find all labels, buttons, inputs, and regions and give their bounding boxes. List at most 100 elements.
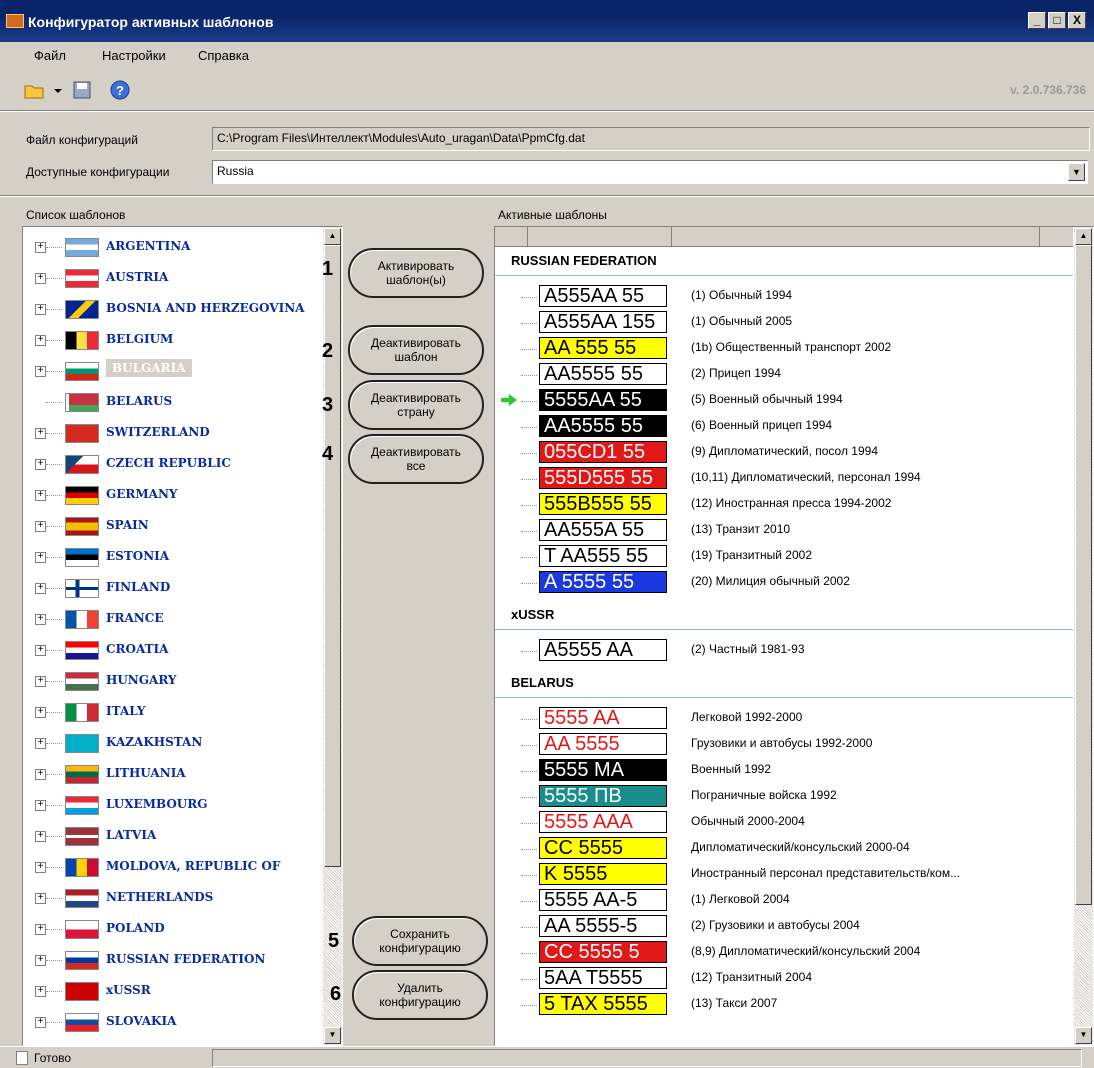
template-description[interactable]: (9) Дипломатический, посол 1994	[691, 444, 878, 458]
expand-icon[interactable]: +	[35, 552, 46, 563]
expand-icon[interactable]: +	[35, 490, 46, 501]
tree-item[interactable]: + RUSSIAN FEDERATION	[23, 946, 323, 977]
expand-icon[interactable]: +	[35, 366, 46, 377]
delete-config-button[interactable]: Удалить конфигурацию	[352, 970, 488, 1020]
template-description[interactable]: (2) Прицеп 1994	[691, 366, 781, 380]
help-icon[interactable]: ?	[108, 78, 132, 102]
plate-image[interactable]: K 5555	[539, 863, 667, 885]
template-description[interactable]: (2) Частный 1981-93	[691, 642, 805, 656]
tree-item[interactable]: + FINLAND	[23, 574, 323, 605]
deactivate-template-button[interactable]: Деактивировать шаблон	[348, 325, 484, 375]
active-scrollbar[interactable]: ▲ ▼	[1074, 227, 1093, 1045]
menu-file[interactable]: Файл	[34, 48, 66, 63]
scroll-up-icon[interactable]: ▲	[1075, 228, 1092, 245]
expand-icon[interactable]: +	[35, 521, 46, 532]
close-button[interactable]: X	[1068, 12, 1086, 29]
plate-image[interactable]: T AA555 55	[539, 545, 667, 567]
plate-image[interactable]: 5555 AA	[539, 707, 667, 729]
tree-item[interactable]: + ESTONIA	[23, 543, 323, 574]
plate-image[interactable]: 055CD1 55	[539, 441, 667, 463]
expand-icon[interactable]: +	[35, 800, 46, 811]
tree-item[interactable]: BELARUS	[23, 388, 323, 419]
template-description[interactable]: (1) Обычный 2005	[691, 314, 792, 328]
expand-icon[interactable]: +	[35, 893, 46, 904]
maximize-button[interactable]: □	[1048, 12, 1066, 29]
tree-item[interactable]: + CZECH REPUBLIC	[23, 450, 323, 481]
scroll-down-icon[interactable]: ▼	[324, 1027, 341, 1044]
tree-item[interactable]: + HUNGARY	[23, 667, 323, 698]
expand-icon[interactable]: +	[35, 924, 46, 935]
minimize-button[interactable]: _	[1028, 12, 1046, 29]
plate-image[interactable]: A555AA 55	[539, 285, 667, 307]
available-configs-select[interactable]: Russia ▼	[212, 160, 1088, 184]
tree-item[interactable]: + SWITZERLAND	[23, 419, 323, 450]
plate-image[interactable]: 555B555 55	[539, 493, 667, 515]
plate-image[interactable]: A5555 AA	[539, 639, 667, 661]
tree-item[interactable]: + AUSTRIA	[23, 264, 323, 295]
expand-icon[interactable]: +	[35, 1017, 46, 1028]
tree-item[interactable]: + ITALY	[23, 698, 323, 729]
tree-item[interactable]: + BULGARIA	[23, 357, 323, 388]
tree-item[interactable]: + NETHERLANDS	[23, 884, 323, 915]
scroll-thumb[interactable]	[1075, 245, 1092, 905]
expand-icon[interactable]: +	[35, 955, 46, 966]
expand-icon[interactable]: +	[35, 335, 46, 346]
expand-icon[interactable]: +	[35, 459, 46, 470]
template-description[interactable]: (13) Такси 2007	[691, 996, 777, 1010]
plate-image[interactable]: A555AA 155	[539, 311, 667, 333]
tree-item[interactable]: + CROATIA	[23, 636, 323, 667]
tree-item[interactable]: + KAZAKHSTAN	[23, 729, 323, 760]
tree-item[interactable]: + LATVIA	[23, 822, 323, 853]
template-description[interactable]: (6) Военный прицеп 1994	[691, 418, 832, 432]
plate-image[interactable]: AA 555 55	[539, 337, 667, 359]
expand-icon[interactable]: +	[35, 707, 46, 718]
template-description[interactable]: Военный 1992	[691, 762, 771, 776]
scroll-down-icon[interactable]: ▼	[1075, 1027, 1092, 1044]
plate-image[interactable]: 555D555 55	[539, 467, 667, 489]
tree-item[interactable]: + LUXEMBOURG	[23, 791, 323, 822]
deactivate-country-button[interactable]: Деактивировать страну	[348, 380, 484, 430]
template-description[interactable]: (12) Транзитный 2004	[691, 970, 812, 984]
config-file-field[interactable]: C:\Program Files\Интеллект\Modules\Auto_…	[212, 127, 1090, 151]
plate-image[interactable]: CC 5555 5	[539, 941, 667, 963]
activate-templates-button[interactable]: Активировать шаблон(ы)	[348, 248, 484, 298]
templates-tree[interactable]: + ARGENTINA + AUSTRIA + BOSNIA AND HERZEGOVIN…	[22, 226, 343, 1046]
expand-icon[interactable]: +	[35, 738, 46, 749]
plate-image[interactable]: 5555 MA	[539, 759, 667, 781]
template-description[interactable]: (19) Транзитный 2002	[691, 548, 812, 562]
plate-image[interactable]: 5555 AAA	[539, 811, 667, 833]
plate-image[interactable]: A 5555 55	[539, 571, 667, 593]
expand-icon[interactable]: +	[35, 986, 46, 997]
tree-item[interactable]: + FRANCE	[23, 605, 323, 636]
chevron-down-icon[interactable]: ▼	[1068, 163, 1085, 181]
save-icon[interactable]	[70, 78, 94, 102]
expand-icon[interactable]: +	[35, 645, 46, 656]
expand-icon[interactable]: +	[35, 862, 46, 873]
template-description[interactable]: (10,11) Дипломатический, персонал 1994	[691, 470, 921, 484]
template-description[interactable]: Иностранный персонал представительств/ко…	[691, 866, 960, 880]
tree-item[interactable]: + GERMANY	[23, 481, 323, 512]
template-description[interactable]: Обычный 2000-2004	[691, 814, 805, 828]
scroll-up-icon[interactable]: ▲	[324, 228, 341, 245]
plate-image[interactable]: AA5555 55	[539, 415, 667, 437]
template-description[interactable]: Пограничные войска 1992	[691, 788, 837, 802]
expand-icon[interactable]: +	[35, 614, 46, 625]
plate-image[interactable]: 5AA T5555	[539, 967, 667, 989]
plate-image[interactable]: 5555 AA-5	[539, 889, 667, 911]
tree-item[interactable]: + POLAND	[23, 915, 323, 946]
tree-item[interactable]: + SLOVAKIA	[23, 1008, 323, 1039]
active-templates-list[interactable]: RUSSIAN FEDERATION A555AA 55 (1) Обычный 1…	[494, 226, 1094, 1046]
plate-image[interactable]: AA5555 55	[539, 363, 667, 385]
plate-image[interactable]: AA 5555	[539, 733, 667, 755]
template-description[interactable]: (1b) Общественный транспорт 2002	[691, 340, 891, 354]
expand-icon[interactable]: +	[35, 769, 46, 780]
expand-icon[interactable]: +	[35, 583, 46, 594]
template-description[interactable]: (8,9) Дипломатический/консульский 2004	[691, 944, 920, 958]
template-description[interactable]: Дипломатический/консульский 2000-04	[691, 840, 910, 854]
plate-image[interactable]: 5 TAX 5555	[539, 993, 667, 1015]
tree-item[interactable]: + LITHUANIA	[23, 760, 323, 791]
expand-icon[interactable]: +	[35, 273, 46, 284]
template-description[interactable]: (13) Транзит 2010	[691, 522, 790, 536]
deactivate-all-button[interactable]: Деактивировать все	[348, 434, 484, 484]
menu-settings[interactable]: Настройки	[102, 48, 166, 63]
